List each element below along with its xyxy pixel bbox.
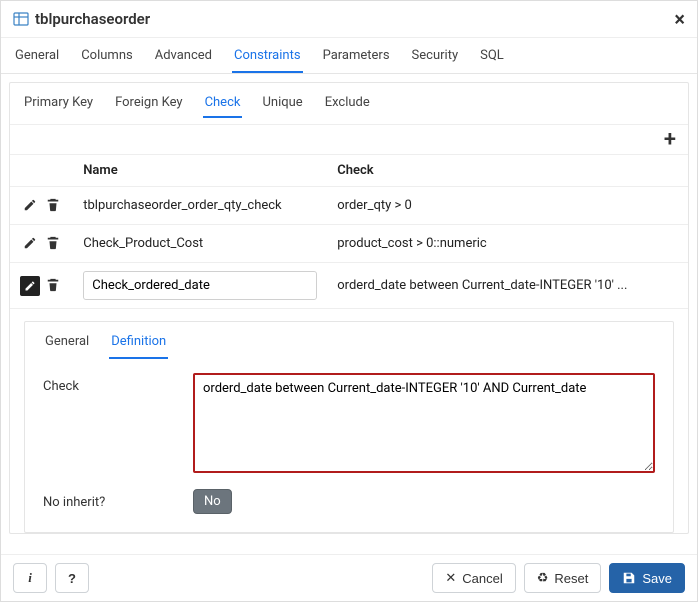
add-row-button[interactable]: + <box>660 127 680 152</box>
constraints-panel: Primary Key Foreign Key Check Unique Exc… <box>9 82 689 534</box>
cancel-button[interactable]: ✕ Cancel <box>432 563 515 593</box>
constraint-subtabs: Primary Key Foreign Key Check Unique Exc… <box>10 83 688 125</box>
dialog-title: tblpurchaseorder <box>35 10 150 28</box>
tab-sql[interactable]: SQL <box>478 38 506 73</box>
subtab-check[interactable]: Check <box>203 91 243 118</box>
tab-general[interactable]: General <box>13 38 61 73</box>
dialog-window: tblpurchaseorder × General Columns Advan… <box>0 0 698 602</box>
detail-tab-general[interactable]: General <box>43 330 91 359</box>
cell-name-editable <box>73 263 327 309</box>
no-inherit-toggle[interactable]: No <box>193 489 232 514</box>
no-inherit-label: No inherit? <box>43 489 193 510</box>
subtab-unique[interactable]: Unique <box>260 91 304 118</box>
table-row: Check_Product_Cost product_cost > 0::num… <box>10 225 688 263</box>
cell-check: order_qty > 0 <box>327 187 688 225</box>
subtab-exclude[interactable]: Exclude <box>323 91 372 118</box>
col-name: Name <box>73 155 327 187</box>
cell-name: tblpurchaseorder_order_qty_check <box>73 187 327 225</box>
cancel-label: Cancel <box>462 571 502 586</box>
delete-icon[interactable] <box>43 275 63 295</box>
close-icon: ✕ <box>445 570 456 586</box>
cell-check: orderd_date between Current_date-INTEGER… <box>327 263 688 309</box>
table-row: tblpurchaseorder_order_qty_check order_q… <box>10 187 688 225</box>
table-row: orderd_date between Current_date-INTEGER… <box>10 263 688 309</box>
subtab-foreign-key[interactable]: Foreign Key <box>113 91 184 118</box>
save-icon <box>622 571 636 585</box>
tab-advanced[interactable]: Advanced <box>153 38 214 73</box>
detail-panel: General Definition Check No inherit? No <box>24 321 674 533</box>
reset-label: Reset <box>554 571 588 586</box>
tab-constraints[interactable]: Constraints <box>232 38 303 73</box>
check-expression-input[interactable] <box>193 373 655 473</box>
titlebar: tblpurchaseorder × <box>1 1 697 38</box>
tab-parameters[interactable]: Parameters <box>321 38 392 73</box>
edit-icon[interactable] <box>20 276 40 296</box>
reset-button[interactable]: ♻ Reset <box>524 563 602 593</box>
subtab-primary-key[interactable]: Primary Key <box>22 91 95 118</box>
edit-icon[interactable] <box>20 233 40 253</box>
main-tabs: General Columns Advanced Constraints Par… <box>1 38 697 74</box>
save-button[interactable]: Save <box>609 563 685 593</box>
delete-icon[interactable] <box>43 195 63 215</box>
delete-icon[interactable] <box>43 233 63 253</box>
recycle-icon: ♻ <box>537 570 549 586</box>
footer: i ? ✕ Cancel ♻ Reset Save <box>1 554 697 601</box>
col-actions <box>10 155 73 187</box>
help-button[interactable]: ? <box>55 563 89 593</box>
detail-tab-definition[interactable]: Definition <box>109 330 168 359</box>
save-label: Save <box>642 571 672 586</box>
table-icon <box>13 11 29 27</box>
tab-security[interactable]: Security <box>410 38 461 73</box>
name-input[interactable] <box>83 271 317 300</box>
info-button[interactable]: i <box>13 563 47 593</box>
check-label: Check <box>43 373 193 394</box>
constraints-table: Name Check tblpurchaseorder_order_qty_ch… <box>10 155 688 309</box>
close-icon[interactable]: × <box>674 9 685 29</box>
tab-columns[interactable]: Columns <box>79 38 135 73</box>
cell-name: Check_Product_Cost <box>73 225 327 263</box>
edit-icon[interactable] <box>20 195 40 215</box>
col-check: Check <box>327 155 688 187</box>
cell-check: product_cost > 0::numeric <box>327 225 688 263</box>
